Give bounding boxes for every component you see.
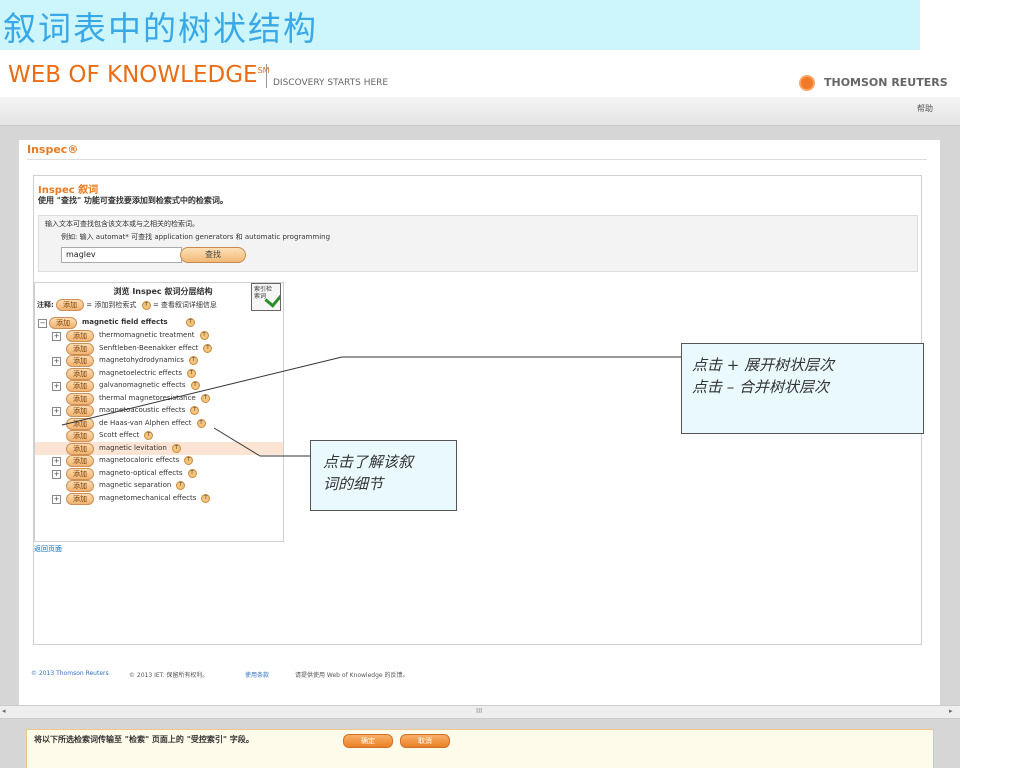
collapse-note: 点击 – 合并树状层次 [692, 378, 830, 396]
detail-note-line2: 词的细节 [323, 475, 384, 493]
callout-line [213, 427, 261, 457]
expand-collapse-callout: 点击 + 展开树状层次 点击 – 合并树状层次 [681, 343, 924, 434]
callout-line [61, 356, 343, 426]
term-detail-callout: 点击了解该叙 词的细节 [310, 440, 457, 511]
detail-note-line1: 点击了解该叙 [323, 453, 414, 471]
expand-note: 点击 + 展开树状层次 [692, 356, 835, 374]
